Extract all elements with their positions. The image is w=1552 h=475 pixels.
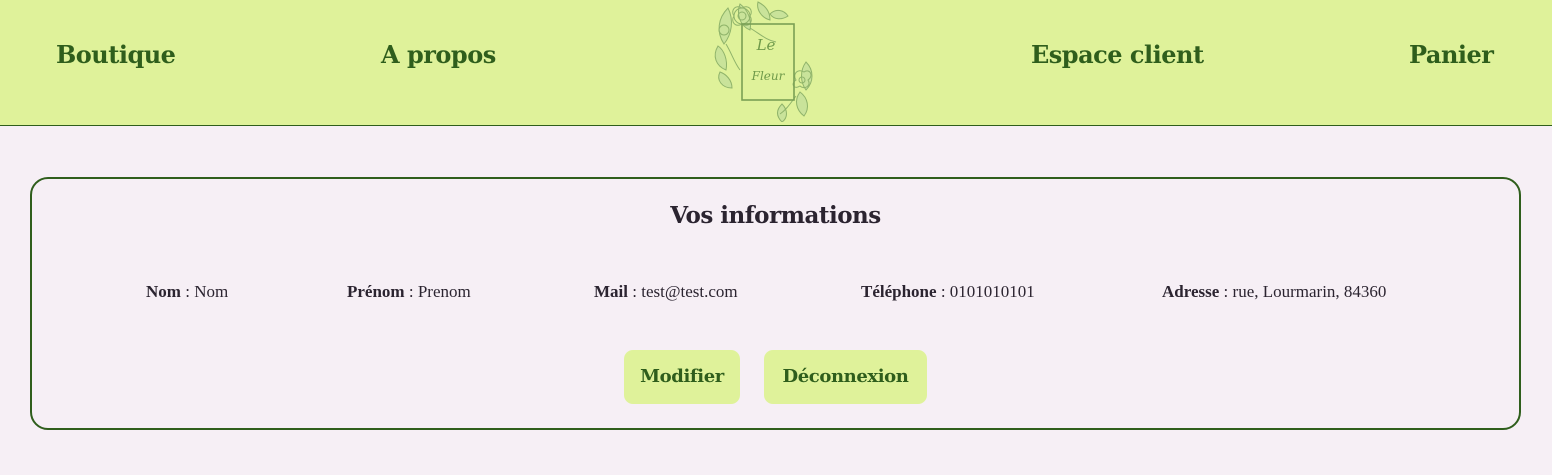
user-info-card: Vos informations Nom : Nom Prénom : Pren… [30,177,1521,430]
info-telephone: Téléphone : 0101010101 [861,282,1035,302]
logo-text-line1: Le [756,36,776,54]
card-title: Vos informations [670,202,881,229]
nav-boutique-link[interactable]: Boutique [56,40,176,69]
info-label: Mail [594,282,628,301]
nav-panier-link[interactable]: Panier [1409,40,1494,69]
modify-button[interactable]: Modifier [624,350,740,404]
info-separator: : [628,282,642,301]
info-value: 0101010101 [949,282,1035,301]
info-separator: : [936,282,950,301]
info-value: rue, Lourmarin, 84360 [1232,282,1387,301]
floral-frame-icon: Le Fleur [714,1,813,123]
info-label: Nom [146,282,181,301]
info-prenom: Prénom : Prenom [347,282,471,302]
info-value: Prenom [417,282,471,301]
info-value: test@test.com [641,282,738,301]
info-adresse: Adresse : rue, Lourmarin, 84360 [1162,282,1386,302]
info-value: Nom [194,282,229,301]
info-label: Prénom [347,282,405,301]
logo-text-line2: Fleur [751,69,786,83]
nav-apropos-link[interactable]: A propos [381,40,496,69]
info-separator: : [180,282,195,301]
info-separator: : [404,282,418,301]
info-mail: Mail : test@test.com [594,282,738,302]
logout-button[interactable]: Déconnexion [764,350,927,404]
site-header: Boutique A propos Le Fleur Espace client… [0,0,1552,126]
info-nom: Nom : Nom [146,282,228,302]
info-separator: : [1219,282,1233,301]
info-label: Téléphone [861,282,937,301]
info-label: Adresse [1162,282,1220,301]
floral-logo[interactable]: Le Fleur [710,0,818,123]
nav-espace-client-link[interactable]: Espace client [1031,40,1204,69]
